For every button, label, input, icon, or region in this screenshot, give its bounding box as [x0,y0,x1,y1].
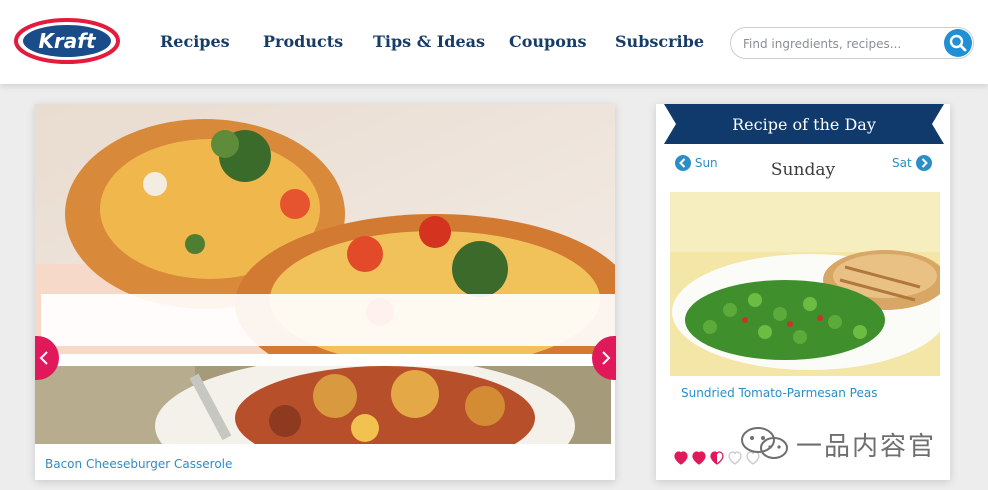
magnifier-icon [949,34,967,52]
hero-caption-bar[interactable]: Bacon Cheeseburger Casserole [35,444,611,480]
heart-icon[interactable] [692,451,706,465]
svg-text:Kraft: Kraft [38,29,97,53]
hero-caption-text[interactable]: Bacon Cheeseburger Casserole [45,457,232,471]
chevron-right-icon [602,351,611,365]
hero-carousel[interactable]: Bacon Cheeseburger Casserole [35,104,615,480]
wechat-watermark: 一品内容官 [736,422,976,462]
heart-icon[interactable] [710,451,724,465]
recipe-of-the-day-link[interactable]: Sundried Tomato-Parmesan Peas [681,386,877,400]
watermark-text: 一品内容官 [796,432,937,462]
banner-title: Recipe of the Day [732,115,876,134]
nav-recipes[interactable]: Recipes [160,32,230,51]
nav-subscribe[interactable]: Subscribe [615,32,704,51]
search-button[interactable] [944,29,972,57]
current-day-title: Sunday [770,160,836,180]
wechat-icon [741,427,788,459]
nav-coupons[interactable]: Coupons [509,32,587,51]
search-input[interactable] [741,34,945,54]
site-header: Kraft Recipes Products Tips & Ideas Coup… [0,0,988,84]
recipe-of-the-day-banner: Recipe of the Day [664,104,944,144]
hero-caption-panel [41,294,615,346]
kraft-logo[interactable]: Kraft [14,18,120,64]
chevron-left-icon [39,351,48,365]
nav-tips-ideas[interactable]: Tips & Ideas [373,32,485,51]
search-box [730,27,974,59]
hero-image-casserole[interactable] [35,356,611,480]
heart-icon[interactable] [674,451,688,465]
nav-products[interactable]: Products [263,32,343,51]
recipe-of-the-day-image[interactable] [670,192,948,376]
